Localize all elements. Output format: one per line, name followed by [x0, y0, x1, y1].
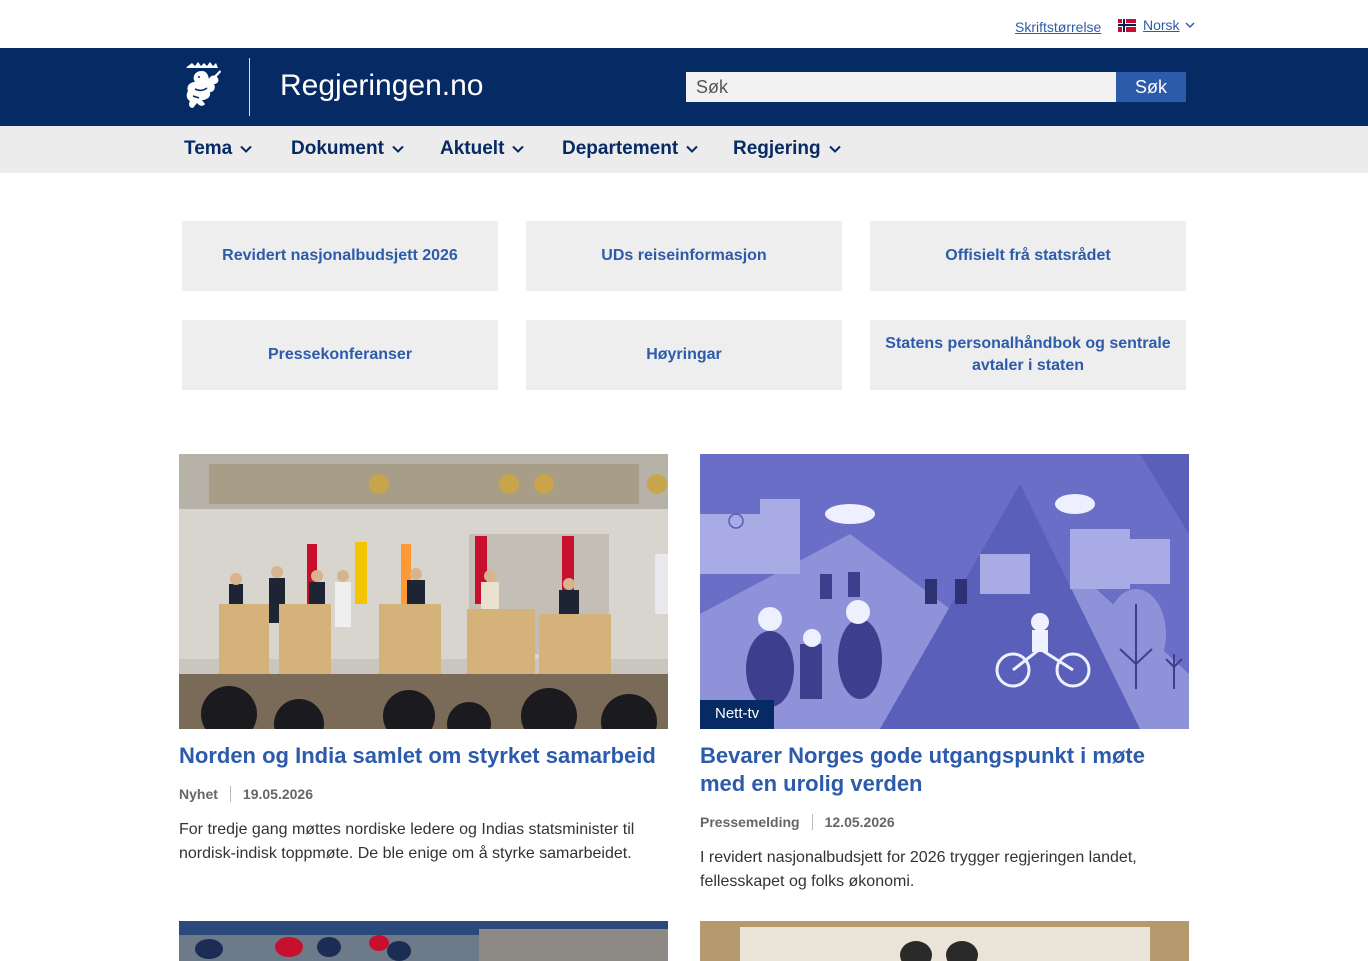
news-image-meeting[interactable] — [700, 921, 1189, 961]
nav-item-tema[interactable]: Tema — [184, 138, 253, 160]
meta-divider — [229, 786, 231, 802]
search-input[interactable] — [686, 72, 1116, 102]
news-summary: For tredje gang møttes nordiske ledere o… — [179, 821, 635, 862]
nav-item-regjering[interactable]: Regjering — [733, 138, 842, 160]
quick-link-personalhandbok[interactable]: Statens personalhåndbok og sentrale avta… — [870, 320, 1186, 390]
quick-link-offisielt-fra-statsradet[interactable]: Offisielt frå statsrådet — [870, 221, 1186, 291]
main-nav: Tema Dokument Aktuelt Departement Regjer… — [0, 126, 1368, 173]
news-card: Nett-tv Bevarer Norges gode utgangspunkt… — [700, 454, 1189, 894]
nav-item-label: Tema — [184, 138, 233, 159]
nav-item-label: Aktuelt — [440, 138, 505, 159]
news-image-sports[interactable] — [179, 921, 668, 961]
coat-of-arms-logo-icon[interactable] — [180, 62, 224, 112]
nav-item-aktuelt[interactable]: Aktuelt — [440, 138, 525, 160]
quick-link-reiseinformasjon[interactable]: UDs reiseinformasjon — [526, 221, 842, 291]
nav-item-label: Regjering — [733, 138, 821, 159]
news-title[interactable]: Norden og India samlet om styrket samarb… — [179, 742, 668, 770]
utility-bar: Skriftstørrelse Norsk — [0, 0, 1368, 48]
news-image-illustration[interactable]: Nett-tv — [700, 454, 1189, 729]
news-title[interactable]: Bevarer Norges gode utgangspunkt i møte … — [700, 742, 1189, 798]
chevron-down-icon — [1185, 22, 1195, 29]
news-card: Norden og India samlet om styrket samarb… — [179, 454, 668, 866]
chevron-down-icon — [512, 145, 525, 153]
chevron-down-icon — [686, 145, 698, 153]
font-size-link[interactable]: Skriftstørrelse — [1015, 19, 1101, 35]
nav-item-label: Dokument — [291, 138, 384, 159]
chevron-down-icon — [240, 145, 252, 153]
nav-item-departement[interactable]: Departement — [562, 138, 699, 160]
site-title[interactable]: Regjeringen.no — [280, 69, 483, 103]
chevron-down-icon — [392, 145, 404, 153]
chevron-down-icon — [828, 145, 841, 153]
quick-link-hoyringar[interactable]: Høyringar — [526, 320, 842, 390]
news-type: Nyhet — [179, 786, 218, 802]
site-header: Regjeringen.no Søk — [0, 48, 1368, 126]
news-date: 12.05.2026 — [824, 814, 895, 830]
nav-item-label: Departement — [562, 138, 679, 159]
nett-tv-badge: Nett-tv — [700, 700, 775, 729]
quick-link-revidert-nasjonalbudsjett[interactable]: Revidert nasjonalbudsjett 2026 — [182, 221, 498, 291]
search-button[interactable]: Søk — [1116, 72, 1186, 102]
news-summary: I revidert nasjonalbudsjett for 2026 try… — [700, 849, 1137, 890]
news-type: Pressemelding — [700, 814, 800, 830]
news-meta: Nyhet 19.05.2026 — [179, 786, 668, 802]
language-label: Norsk — [1143, 17, 1180, 33]
header-divider — [249, 58, 250, 116]
quick-link-pressekonferanser[interactable]: Pressekonferanser — [182, 320, 498, 390]
news-meta: Pressemelding 12.05.2026 — [700, 814, 1189, 830]
meta-divider — [811, 814, 813, 830]
news-image-press-conference[interactable] — [179, 454, 668, 729]
nav-item-dokument[interactable]: Dokument — [291, 138, 405, 160]
news-date: 19.05.2026 — [242, 786, 313, 802]
language-selector[interactable]: Norsk — [1118, 17, 1196, 33]
norway-flag-icon — [1118, 18, 1136, 32]
